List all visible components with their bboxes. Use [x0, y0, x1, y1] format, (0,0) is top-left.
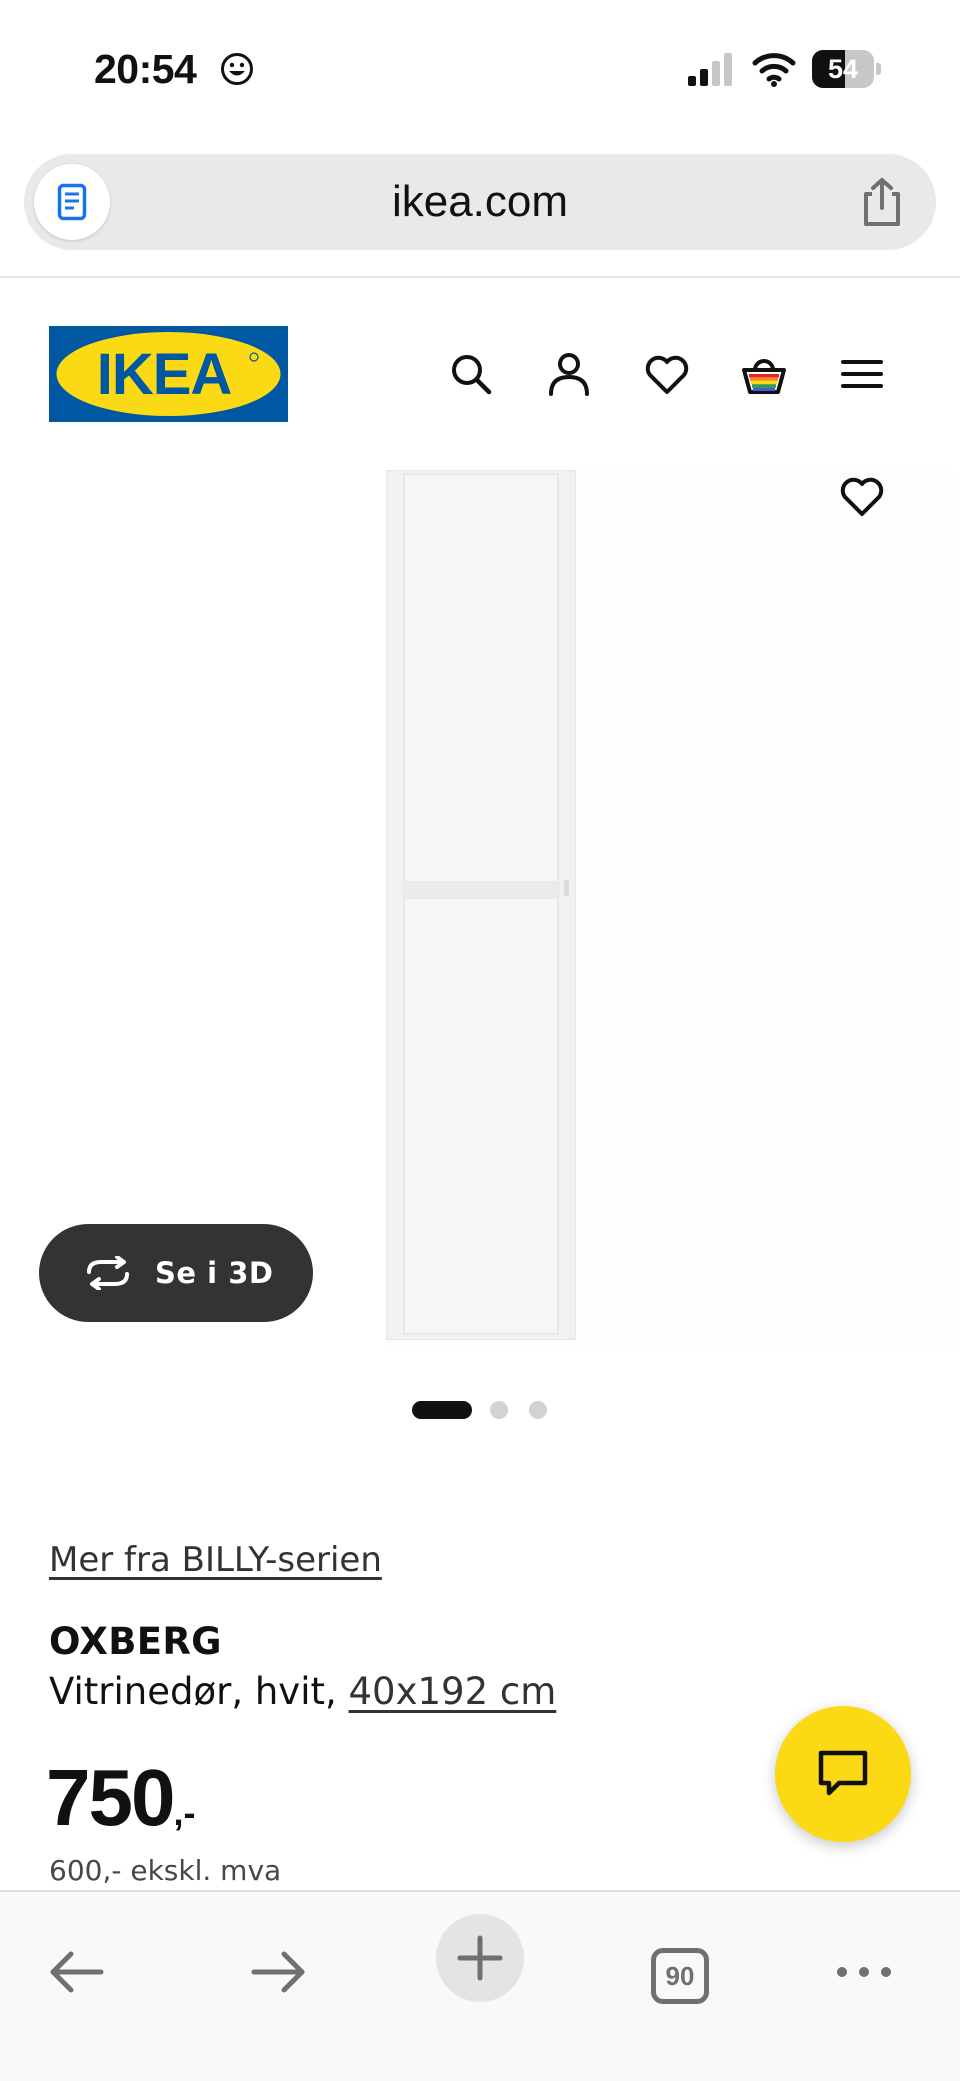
product-price: 750,-: [46, 1752, 195, 1844]
product-name: OXBERG: [49, 1620, 222, 1663]
chat-icon: [818, 1750, 868, 1796]
battery-level: 54: [827, 54, 859, 84]
gallery-favorite-icon[interactable]: [838, 472, 886, 520]
new-tab-button[interactable]: [436, 1914, 524, 2002]
view-3d-label: Se i 3D: [155, 1256, 274, 1290]
basket-icon[interactable]: [740, 350, 788, 398]
status-bar: 20:54 54: [0, 0, 960, 140]
product-image: [386, 470, 576, 1340]
more-options-icon[interactable]: [834, 1942, 894, 2002]
price-main: 750: [46, 1753, 175, 1842]
forward-arrow-icon[interactable]: [248, 1942, 308, 2002]
ikea-logo-mark: IKEA: [56, 332, 281, 416]
menu-icon[interactable]: [838, 350, 886, 398]
carousel-dot-3[interactable]: [529, 1401, 547, 1419]
url-text[interactable]: ikea.com: [144, 154, 816, 250]
rotate-3d-icon: [87, 1256, 129, 1290]
chat-button[interactable]: [775, 1706, 911, 1842]
address-bar[interactable]: ikea.com: [24, 154, 936, 250]
browser-toolbar: 90: [0, 1890, 960, 2081]
share-icon[interactable]: [858, 176, 906, 228]
cellular-signal-icon: [688, 53, 732, 86]
price-excluding-vat: 600,- ekskl. mva: [49, 1854, 282, 1887]
product-size-link[interactable]: 40x192 cm: [349, 1670, 557, 1713]
account-icon[interactable]: [545, 350, 593, 398]
smiley-icon: [221, 53, 253, 85]
plus-icon: [457, 1935, 503, 1981]
reader-icon: [57, 183, 87, 221]
price-suffix: ,-: [173, 1792, 196, 1833]
product-description-text: Vitrinedør, hvit,: [49, 1670, 349, 1713]
back-arrow-icon[interactable]: [47, 1942, 107, 2002]
series-link[interactable]: Mer fra BILLY-serien: [49, 1540, 382, 1580]
search-icon[interactable]: [447, 350, 495, 398]
ikea-logo[interactable]: IKEA: [49, 326, 288, 422]
status-time: 20:54: [94, 46, 197, 92]
wifi-icon: [752, 53, 796, 87]
ikea-logo-text: IKEA: [97, 342, 232, 407]
view-3d-button[interactable]: Se i 3D: [39, 1224, 313, 1322]
favorites-icon[interactable]: [643, 350, 691, 398]
battery-indicator: 54: [812, 50, 882, 88]
tab-switcher-button[interactable]: 90: [651, 1948, 709, 2004]
carousel-dot-1[interactable]: [412, 1401, 472, 1419]
carousel-dots[interactable]: [412, 1399, 552, 1421]
carousel-dot-2[interactable]: [490, 1401, 508, 1419]
reader-mode-button[interactable]: [34, 164, 110, 240]
browser-divider: [0, 276, 960, 278]
product-gallery[interactable]: [0, 470, 960, 1350]
product-description: Vitrinedør, hvit, 40x192 cm: [49, 1670, 556, 1713]
